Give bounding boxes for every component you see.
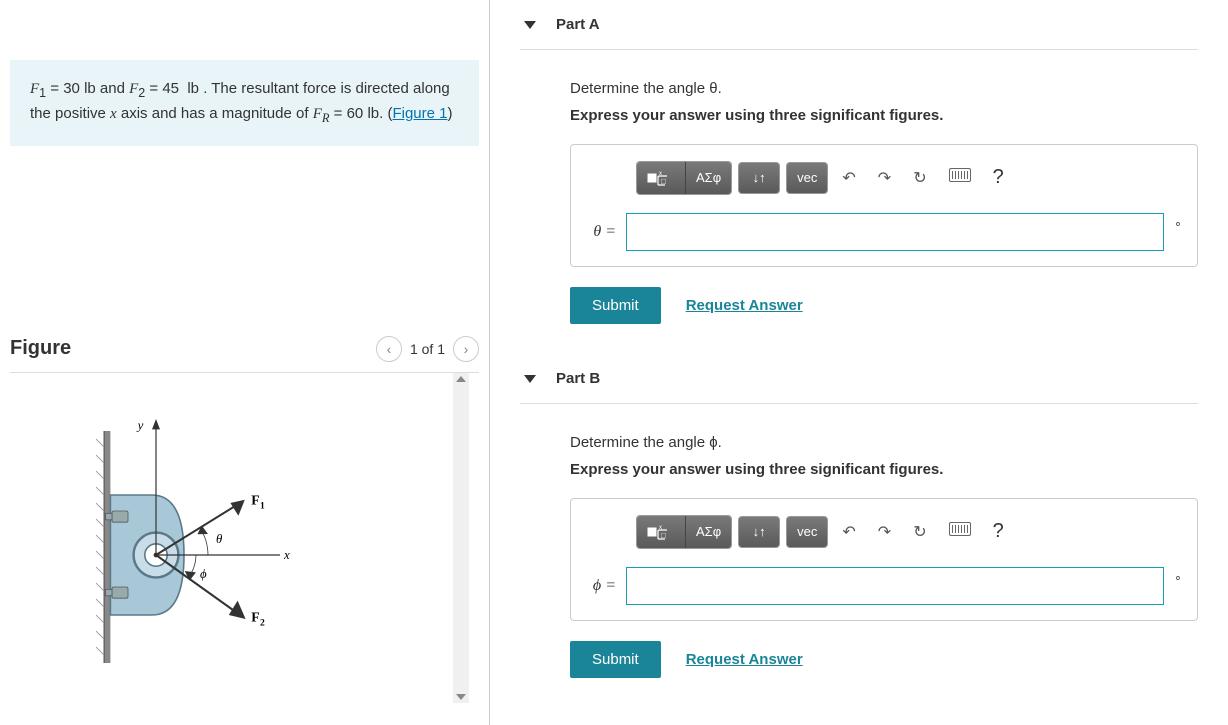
template-picker-button[interactable]: x□ bbox=[637, 516, 686, 548]
subscript-button[interactable]: ↓↑ bbox=[738, 162, 780, 194]
reset-button[interactable]: ↻ bbox=[905, 162, 934, 194]
undo-button[interactable]: ↶ bbox=[834, 162, 863, 194]
part-prompt: Determine the angle ϕ. bbox=[570, 434, 1198, 451]
figure-prev-button[interactable]: ‹ bbox=[376, 336, 402, 362]
svg-text:F: F bbox=[251, 609, 259, 624]
greek-button[interactable]: ΑΣφ bbox=[686, 162, 731, 194]
svg-text:1: 1 bbox=[260, 500, 265, 511]
request-answer-link[interactable]: Request Answer bbox=[686, 651, 803, 668]
part-header[interactable]: Part B bbox=[520, 354, 1198, 404]
svg-text:θ: θ bbox=[216, 532, 222, 546]
keyboard-icon bbox=[949, 168, 971, 182]
figure-diagram: y x F 1 F 2 θ bbox=[10, 383, 320, 703]
svg-text:□: □ bbox=[661, 531, 666, 540]
scroll-up-icon[interactable] bbox=[456, 376, 466, 382]
keyboard-button[interactable] bbox=[941, 162, 979, 193]
answer-box: x□ ΑΣφ ↓↑ vec ↶ ↷ ↻ ? θ = ∘ bbox=[570, 144, 1198, 267]
answer-variable-label: θ = bbox=[586, 223, 616, 241]
figure-next-button[interactable]: › bbox=[453, 336, 479, 362]
answer-unit: ∘ bbox=[1174, 570, 1182, 586]
svg-text:□: □ bbox=[661, 177, 666, 186]
part-instruction: Express your answer using three signific… bbox=[570, 461, 1198, 478]
part-prompt: Determine the angle θ. bbox=[570, 80, 1198, 97]
part-title: Part B bbox=[556, 370, 600, 387]
part-title: Part A bbox=[556, 16, 600, 33]
collapse-icon bbox=[524, 21, 536, 29]
figure-scrollbar[interactable] bbox=[453, 373, 469, 703]
collapse-icon bbox=[524, 375, 536, 383]
subscript-button[interactable]: ↓↑ bbox=[738, 516, 780, 548]
request-answer-link[interactable]: Request Answer bbox=[686, 297, 803, 314]
figure-counter: 1 of 1 bbox=[410, 341, 445, 357]
part-header[interactable]: Part A bbox=[520, 0, 1198, 50]
svg-text:F: F bbox=[251, 492, 259, 507]
vector-button[interactable]: vec bbox=[786, 162, 828, 194]
answer-input[interactable] bbox=[626, 567, 1164, 605]
help-button[interactable]: ? bbox=[985, 514, 1012, 549]
keyboard-button[interactable] bbox=[941, 516, 979, 547]
undo-button[interactable]: ↶ bbox=[834, 516, 863, 548]
reset-button[interactable]: ↻ bbox=[905, 516, 934, 548]
vector-button[interactable]: vec bbox=[786, 516, 828, 548]
help-button[interactable]: ? bbox=[985, 160, 1012, 195]
svg-text:y: y bbox=[136, 418, 144, 432]
answer-input[interactable] bbox=[626, 213, 1164, 251]
answer-variable-label: ϕ = bbox=[586, 577, 616, 595]
keyboard-icon bbox=[949, 522, 971, 536]
svg-text:2: 2 bbox=[260, 617, 265, 628]
redo-button[interactable]: ↷ bbox=[870, 162, 899, 194]
figure-title: Figure bbox=[10, 337, 71, 360]
greek-button[interactable]: ΑΣφ bbox=[686, 516, 731, 548]
problem-statement: F1 = 30 lb and F2 = 45 lb . The resultan… bbox=[10, 60, 479, 146]
part-instruction: Express your answer using three signific… bbox=[570, 107, 1198, 124]
template-picker-button[interactable]: x□ bbox=[637, 162, 686, 194]
scroll-down-icon[interactable] bbox=[456, 694, 466, 700]
answer-unit: ∘ bbox=[1174, 216, 1182, 232]
svg-text:x: x bbox=[283, 548, 290, 562]
answer-box: x□ ΑΣφ ↓↑ vec ↶ ↷ ↻ ? ϕ = ∘ bbox=[570, 498, 1198, 621]
submit-button[interactable]: Submit bbox=[570, 641, 661, 678]
submit-button[interactable]: Submit bbox=[570, 287, 661, 324]
redo-button[interactable]: ↷ bbox=[870, 516, 899, 548]
svg-text:ϕ: ϕ bbox=[200, 567, 207, 581]
